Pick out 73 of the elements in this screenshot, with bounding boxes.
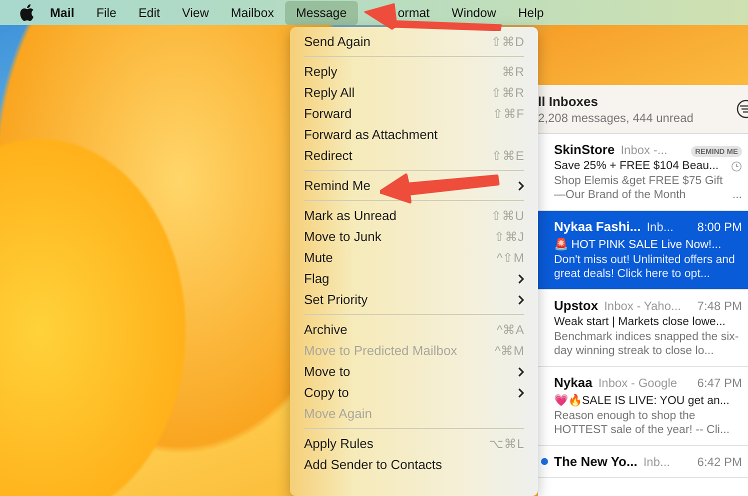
menu-item[interactable]: Redirect ⇧⌘E bbox=[298, 145, 530, 166]
menu-bar-item[interactable]: Mail bbox=[39, 6, 86, 20]
shortcut-label: ⌥⌘L bbox=[489, 436, 524, 451]
menu-item[interactable]: Add Sender to Contacts bbox=[298, 454, 530, 475]
mailbox-label: Inbox - Yaho... bbox=[604, 299, 682, 313]
filter-icon[interactable] bbox=[736, 99, 748, 119]
message-row[interactable]: Upstox Inbox - Yaho... 7:48 PM Weak start | Markets close lowe... Benchmark indices snapped the six-day winning streak to close lo... bbox=[538, 290, 748, 367]
shortcut-label: ^⌘A bbox=[496, 322, 524, 337]
shortcut-label: ⇧⌘D bbox=[490, 34, 524, 49]
sender-name: The New Yo... bbox=[554, 454, 638, 469]
sender-name: Upstox bbox=[554, 298, 598, 313]
shortcut-label: ⇧⌘R bbox=[490, 85, 524, 100]
ellipsis-label: ... bbox=[732, 188, 742, 202]
chevron-right-icon bbox=[518, 366, 524, 376]
menu-item[interactable]: Move to bbox=[298, 361, 530, 382]
sender-name: Nykaa bbox=[554, 375, 592, 390]
chevron-right-icon bbox=[518, 180, 524, 190]
chevron-right-icon bbox=[518, 274, 524, 284]
message-time: 7:48 PM bbox=[697, 299, 742, 313]
menu-bar-item[interactable]: Window bbox=[440, 6, 508, 20]
message-preview: Reason enough to shop the HOTTEST sale of the year! -- Cli... bbox=[554, 409, 731, 437]
chevron-right-icon bbox=[518, 294, 524, 304]
menu-item[interactable]: Forward ⇧⌘F bbox=[298, 103, 530, 124]
menu-item[interactable]: Mark as Unread ⇧⌘U bbox=[298, 205, 530, 226]
menu-bar-item[interactable]: Help bbox=[507, 6, 555, 20]
menu-item[interactable]: Apply Rules ⌥⌘L bbox=[298, 433, 530, 454]
sender-name: SkinStore bbox=[554, 142, 615, 157]
apple-logo-icon[interactable] bbox=[20, 4, 34, 21]
menu-item[interactable]: Remind Me bbox=[298, 175, 530, 196]
message-time: 6:47 PM bbox=[697, 376, 742, 390]
message-preview: Don't miss out! Unlimited offers and great deals! Click here to opt... bbox=[554, 253, 736, 281]
mailbox-label: Inbox -... bbox=[620, 143, 668, 157]
message-subject: 🚨 HOT PINK SALE Live Now!... bbox=[554, 237, 722, 251]
menu-item[interactable]: Reply All ⇧⌘R bbox=[298, 82, 530, 103]
menu-item[interactable]: Mute ^⇧M bbox=[298, 247, 530, 268]
message-subject: Save 25% + FREE $104 Beau... bbox=[554, 160, 720, 172]
shortcut-label: ^⇧M bbox=[496, 250, 524, 265]
mailbox-title: ll Inboxes bbox=[538, 94, 599, 108]
shortcut-label: ⇧⌘J bbox=[494, 229, 524, 244]
menu-item[interactable]: Send Again ⇧⌘D bbox=[298, 31, 530, 52]
shortcut-label: ^⌘M bbox=[494, 343, 524, 358]
message-row[interactable]: Nykaa Fashi... Inb... 8:00 PM 🚨 HOT PINK SALE Live Now!... Don't miss out! Unlimited offers and great deals! Click here to opt... bbox=[538, 211, 748, 290]
message-time: 6:42 PM bbox=[697, 455, 742, 469]
message-row[interactable]: The New Yo... Inb... 6:42 PM bbox=[538, 446, 748, 478]
menu-item[interactable]: Move to Junk ⇧⌘J bbox=[298, 226, 530, 247]
menu-item[interactable]: Reply ⌘R bbox=[298, 61, 530, 82]
mailbox-label: Inbox - Google bbox=[598, 376, 678, 390]
message-row[interactable]: Nykaa Inbox - Google 6:47 PM 💗🔥SALE IS LIVE: YOU get an... Reason enough to shop the HOTTEST sale of the year! -- Cli... bbox=[538, 367, 748, 446]
message-subject: 💗🔥SALE IS LIVE: YOU get an... bbox=[554, 393, 730, 407]
mailbox-label: Inb... bbox=[646, 220, 674, 234]
menu-bar-item[interactable]: Edit bbox=[127, 6, 172, 20]
message-subject: Weak start | Markets close lowe... bbox=[554, 316, 726, 328]
menu-bar-item[interactable]: File bbox=[85, 6, 128, 20]
menu-item[interactable]: Copy to bbox=[298, 382, 530, 403]
menu-bar-item[interactable]: Mailbox bbox=[220, 6, 285, 20]
message-preview: Benchmark indices snapped the six-day winning streak to close lo... bbox=[554, 330, 740, 358]
shortcut-label: ⌘R bbox=[502, 64, 524, 79]
message-time: 8:00 PM bbox=[697, 220, 742, 234]
shortcut-label: ⇧⌘E bbox=[492, 148, 524, 163]
menu-bar-item[interactable]: ormat bbox=[398, 6, 441, 20]
shortcut-label: ⇧⌘F bbox=[492, 106, 524, 121]
mailbox-label: Inb... bbox=[643, 455, 672, 469]
message-count: 2,208 messages, 444 unread bbox=[538, 110, 694, 124]
menu-item[interactable]: Set Priority bbox=[298, 289, 530, 310]
sender-name: Nykaa Fashi... bbox=[554, 219, 641, 234]
chevron-right-icon bbox=[518, 388, 524, 398]
message-preview: Shop Elemis &get FREE $75 Gift—Our Brand of the Month bbox=[554, 174, 724, 202]
menu-item[interactable]: Archive ^⌘A bbox=[298, 319, 530, 340]
menu-bar-item[interactable]: Message bbox=[284, 0, 358, 24]
menu-item[interactable]: Forward as Attachment bbox=[298, 124, 530, 145]
menu-bar-item[interactable]: View bbox=[171, 6, 220, 20]
menu-item[interactable]: Flag bbox=[298, 268, 530, 289]
shortcut-label: ⇧⌘U bbox=[490, 208, 524, 223]
